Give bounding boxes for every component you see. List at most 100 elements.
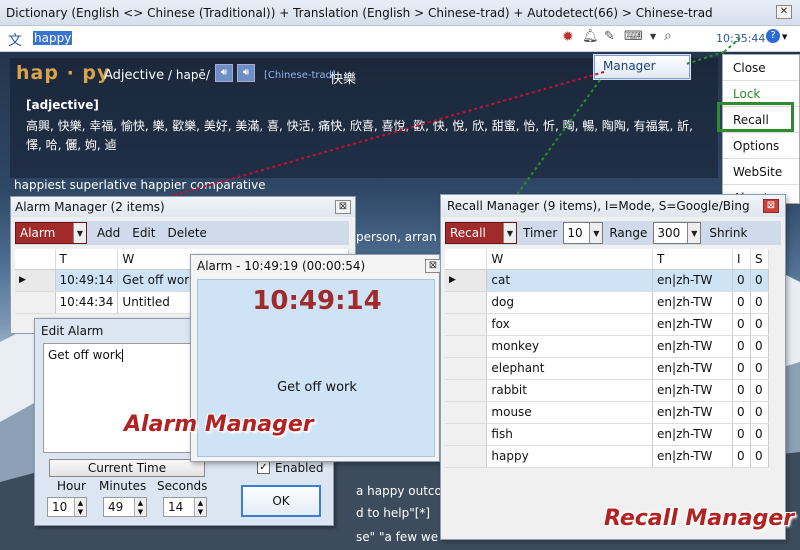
alarm-time-cell[interactable]: 10:49:14 [55, 269, 119, 292]
recall-i-cell[interactable]: 0 [732, 423, 751, 446]
recall-manager-close-button[interactable]: ⊠ [763, 199, 779, 213]
edit-alarm-title: Edit Alarm [41, 324, 104, 338]
stepper-arrows-icon[interactable]: ▲ ▼ [194, 498, 206, 516]
recall-s-cell[interactable]: 0 [750, 335, 770, 358]
recall-word-cell[interactable]: cat [486, 269, 654, 292]
alarm-popup-close-button[interactable]: ⊠ [425, 259, 441, 273]
alarm-popup-title: Alarm - 10:49:19 (00:00:54) [197, 259, 366, 273]
recall-i-cell[interactable]: 0 [732, 401, 751, 424]
recall-i-cell[interactable]: 0 [732, 313, 751, 336]
ok-button[interactable]: OK [241, 485, 321, 517]
recall-i-cell[interactable]: 0 [732, 269, 751, 292]
col-header-t[interactable]: T [55, 249, 119, 270]
alarm-edit-button[interactable]: Edit [126, 226, 161, 240]
recall-word-cell[interactable]: fish [486, 423, 654, 446]
recall-lang-cell[interactable]: en|zh-TW [652, 291, 733, 314]
alarm-mode-value: Alarm [20, 226, 56, 240]
text-caret [121, 349, 123, 362]
row-header [445, 379, 488, 402]
col-header-s[interactable]: S [750, 249, 770, 270]
recall-s-cell[interactable]: 0 [750, 313, 770, 336]
recall-i-cell[interactable]: 0 [732, 379, 751, 402]
current-time-button[interactable]: Current Time [49, 459, 205, 477]
recall-word-cell[interactable]: monkey [486, 335, 654, 358]
alarm-manager-close-button[interactable]: ⊠ [335, 200, 351, 214]
timer-select[interactable]: 10 ▼ [563, 222, 604, 244]
seconds-value: 14 [168, 500, 184, 514]
alarm-mode-select[interactable]: Alarm ▼ [15, 222, 87, 244]
recall-i-cell[interactable]: 0 [732, 335, 751, 358]
table-row[interactable]: happy en|zh-TW 0 0 [445, 445, 770, 468]
recall-word-cell[interactable]: happy [486, 445, 654, 468]
recall-lang-cell[interactable]: en|zh-TW [652, 401, 733, 424]
alarm-time-cell[interactable]: 10:44:34 [55, 291, 119, 314]
table-row[interactable]: monkey en|zh-TW 0 0 [445, 335, 770, 358]
recall-lang-cell[interactable]: en|zh-TW [652, 335, 733, 358]
recall-word-cell[interactable]: elephant [486, 357, 654, 380]
recall-manager-titlebar: Recall Manager (9 items), I=Mode, S=Goog… [441, 195, 785, 217]
table-row[interactable]: fish en|zh-TW 0 0 [445, 423, 770, 446]
row-header [445, 445, 488, 468]
recall-lang-cell[interactable]: en|zh-TW [652, 379, 733, 402]
range-value: 300 [657, 226, 681, 240]
alarm-manager-title: Alarm Manager (2 items) [15, 200, 165, 214]
minutes-stepper[interactable]: 49 ▲ ▼ [103, 497, 147, 517]
row-header [445, 291, 488, 314]
row-header [445, 357, 488, 380]
recall-word-cell[interactable]: rabbit [486, 379, 654, 402]
recall-i-cell[interactable]: 0 [732, 291, 751, 314]
enabled-label: Enabled [275, 461, 324, 475]
seconds-label: Seconds [157, 479, 208, 493]
col-header-t[interactable]: T [652, 249, 733, 270]
stepper-arrows-icon[interactable]: ▲ ▼ [134, 498, 146, 516]
edit-alarm-text: Get off work [48, 348, 122, 362]
row-header [445, 401, 488, 424]
alarm-popup-time: 10:49:14 [252, 286, 382, 316]
hour-stepper[interactable]: 10 ▲ ▼ [47, 497, 87, 517]
minutes-value: 49 [108, 500, 124, 514]
recall-i-cell[interactable]: 0 [732, 445, 751, 468]
table-row[interactable]: dog en|zh-TW 0 0 [445, 291, 770, 314]
recall-lang-cell[interactable]: en|zh-TW [652, 423, 733, 446]
recall-s-cell[interactable]: 0 [750, 423, 770, 446]
recall-word-cell[interactable]: fox [486, 313, 654, 336]
recall-word-cell[interactable]: mouse [486, 401, 654, 424]
hour-value: 10 [52, 500, 68, 514]
shrink-button[interactable]: Shrink [703, 226, 753, 240]
col-header-w[interactable]: W [486, 249, 654, 270]
recall-s-cell[interactable]: 0 [750, 401, 770, 424]
chevron-down-icon: ▼ [73, 223, 86, 243]
recall-s-cell[interactable]: 0 [750, 379, 770, 402]
alarm-add-button[interactable]: Add [91, 226, 126, 240]
range-label: Range [609, 226, 648, 240]
recall-s-cell[interactable]: 0 [750, 269, 770, 292]
recall-word-cell[interactable]: dog [486, 291, 654, 314]
row-header-corner [15, 249, 56, 270]
table-row[interactable]: rabbit en|zh-TW 0 0 [445, 379, 770, 402]
table-row[interactable]: mouse en|zh-TW 0 0 [445, 401, 770, 424]
enabled-checkbox[interactable]: ✓ [257, 461, 270, 474]
seconds-stepper[interactable]: 14 ▲ ▼ [163, 497, 207, 517]
recall-lang-cell[interactable]: en|zh-TW [652, 269, 733, 292]
recall-toolbar: Recall ▼ Timer 10 ▼ Range 300 ▼ Shrink [445, 221, 781, 245]
ok-label: OK [272, 494, 290, 508]
recall-i-cell[interactable]: 0 [732, 357, 751, 380]
table-row[interactable]: fox en|zh-TW 0 0 [445, 313, 770, 336]
recall-s-cell[interactable]: 0 [750, 445, 770, 468]
alarm-delete-button[interactable]: Delete [161, 226, 212, 240]
row-indicator-icon: ▶ [445, 269, 488, 292]
recall-mode-select[interactable]: Recall ▼ [445, 222, 517, 244]
table-row[interactable]: ▶ cat en|zh-TW 0 0 [445, 269, 770, 292]
recall-s-cell[interactable]: 0 [750, 357, 770, 380]
recall-lang-cell[interactable]: en|zh-TW [652, 357, 733, 380]
alarm-manager-annotation: Alarm Manager [124, 412, 314, 437]
stepper-arrows-icon[interactable]: ▲ ▼ [74, 498, 86, 516]
recall-lang-cell[interactable]: en|zh-TW [652, 313, 733, 336]
table-row[interactable]: elephant en|zh-TW 0 0 [445, 357, 770, 380]
row-header [445, 423, 488, 446]
row-header [445, 313, 488, 336]
recall-lang-cell[interactable]: en|zh-TW [652, 445, 733, 468]
col-header-i[interactable]: I [732, 249, 751, 270]
recall-s-cell[interactable]: 0 [750, 291, 770, 314]
range-select[interactable]: 300 ▼ [653, 222, 702, 244]
